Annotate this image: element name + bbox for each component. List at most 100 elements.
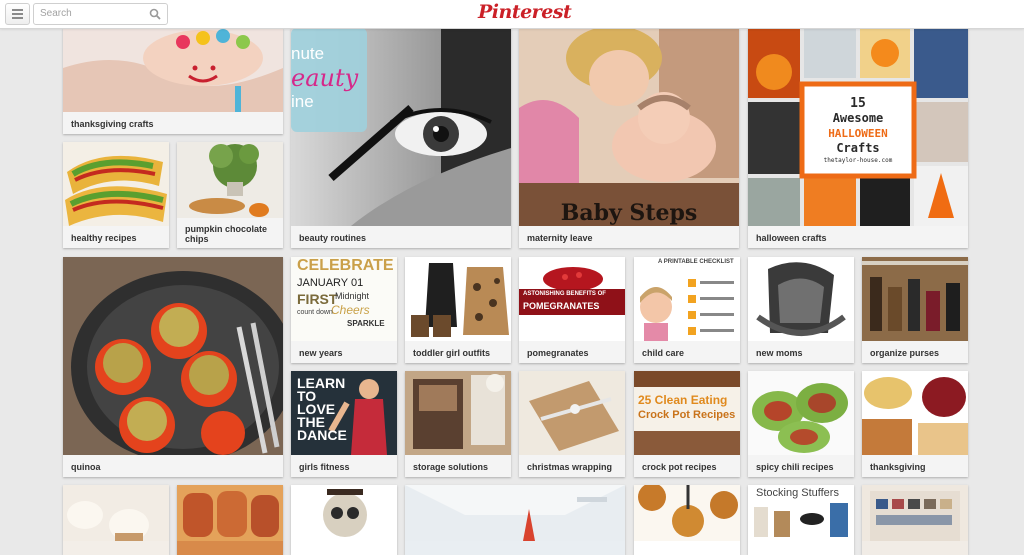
board-cover-image: ASTONISHING BENEFITS OF POMEGRANATES <box>519 257 625 341</box>
board-cover-image: nute eauty ine <box>291 28 511 226</box>
board-cover-image <box>405 257 511 341</box>
overlay-line: ine <box>291 92 314 111</box>
board-cover-image <box>405 371 511 455</box>
board-label: child care <box>642 348 685 358</box>
board-label: healthy recipes <box>71 233 137 243</box>
board-pomegranates[interactable]: ASTONISHING BENEFITS OF POMEGRANATES pom… <box>519 257 625 363</box>
board-cover-image <box>63 485 169 555</box>
board-new-moms[interactable]: new moms <box>748 257 854 363</box>
board-closet[interactable] <box>862 485 968 555</box>
overlay-line: CELEBRATE <box>297 257 394 274</box>
board-label: thanksgiving <box>870 462 926 472</box>
board-toddler-girl-outfits[interactable]: toddler girl outfits <box>405 257 511 363</box>
halloween-title-block: 15 Awesome HALLOWEEN Crafts thetaylor-ho… <box>806 96 910 165</box>
overlay-line: SPARKLE <box>347 319 385 328</box>
overlay-line: nute <box>291 44 325 63</box>
overlay-line: count down <box>297 309 333 316</box>
painted-hands-image <box>63 28 283 112</box>
search-input[interactable]: Search <box>40 8 72 19</box>
board-label: quinoa <box>71 462 101 472</box>
board-label: toddler girl outfits <box>413 348 490 358</box>
board-label: pomegranates <box>527 348 589 358</box>
beauty-overlay-text: nute eauty ine <box>291 42 367 114</box>
search-field[interactable]: Search <box>33 3 168 25</box>
top-bar: Search Pinterest <box>0 0 1024 29</box>
mother-baby-image <box>519 28 739 226</box>
board-cover-image: LEARN TO LOVE THE DANCE <box>291 371 397 455</box>
board-cover-image: Baby Steps <box>519 28 739 226</box>
board-cover-image <box>405 485 625 555</box>
board-healthy-recipes[interactable]: healthy recipes <box>63 142 169 248</box>
tacos-image <box>63 142 169 226</box>
overlay-line: DANCE <box>297 427 347 443</box>
gift-image <box>519 371 625 455</box>
overlay-line: Awesome <box>832 111 884 125</box>
overlay-line: POMEGRANATES <box>523 301 600 311</box>
overlay-line: 25 Clean Eating <box>638 393 728 407</box>
hamburger-icon-line <box>12 17 23 19</box>
closet-image <box>862 485 968 541</box>
checklist-image <box>634 257 740 341</box>
board-cover-image: CELEBRATE JANUARY 01 FIRST Cheers Midnig… <box>291 257 397 341</box>
board-child-care[interactable]: A PRINTABLE CHECKLIST child care <box>634 257 740 363</box>
board-room[interactable] <box>405 485 625 555</box>
pomegranate-image <box>519 257 625 341</box>
overlay-line: HALLOWEEN <box>828 127 888 140</box>
board-cover-image <box>634 485 740 555</box>
board-thanksgiving[interactable]: thanksgiving <box>862 371 968 477</box>
board-cover-image <box>291 485 397 555</box>
purses-image <box>862 257 968 341</box>
baby-steps-text: Baby Steps <box>560 200 698 226</box>
menu-button[interactable] <box>5 3 30 25</box>
board-cover-image <box>177 142 283 218</box>
board-christmas-wrapping[interactable]: christmas wrapping <box>519 371 625 477</box>
board-quinoa[interactable]: quinoa <box>63 257 283 477</box>
thanksgiving-food-image <box>862 371 968 455</box>
board-label: christmas wrapping <box>527 462 613 472</box>
board-cover-image <box>862 257 968 341</box>
overlay-line: Stocking Stuffers <box>756 487 839 499</box>
overlay-line: Crock Pot Recipes <box>638 409 736 421</box>
storage-image <box>405 371 511 455</box>
overlay-line: JANUARY 01 <box>297 277 364 289</box>
board-new-years[interactable]: CELEBRATE JANUARY 01 FIRST Cheers Midnig… <box>291 257 397 363</box>
board-beauty-routines[interactable]: nute eauty ine beauty routines <box>291 28 511 248</box>
board-maternity-leave[interactable]: Baby Steps maternity leave <box>519 28 739 248</box>
board-cover-image: A PRINTABLE CHECKLIST <box>634 257 740 341</box>
board-cupcakes[interactable] <box>63 485 169 555</box>
board-caramel-apples[interactable] <box>634 485 740 555</box>
board-girls-fitness[interactable]: LEARN TO LOVE THE DANCE girls fitness <box>291 371 397 477</box>
board-skull[interactable] <box>291 485 397 555</box>
board-crock-pot-recipes[interactable]: 25 Clean Eating Crock Pot Recipes crock … <box>634 371 740 477</box>
board-label: organize purses <box>870 348 940 358</box>
lettuce-wraps-image <box>748 371 854 455</box>
board-cover-image <box>862 485 968 555</box>
cupcakes-image <box>63 485 169 541</box>
board-cover-image: Stocking Stuffers <box>748 485 854 555</box>
board-cover-image <box>748 257 854 341</box>
car-seat-image <box>748 257 854 341</box>
board-stocking-stuffers[interactable]: Stocking Stuffers <box>748 485 854 555</box>
board-halloween-crafts[interactable]: 15 Awesome HALLOWEEN Crafts thetaylor-ho… <box>748 28 968 248</box>
board-cover-image <box>748 371 854 455</box>
board-label: girls fitness <box>299 462 350 472</box>
board-spicy-chili-recipes[interactable]: spicy chili recipes <box>748 371 854 477</box>
hamburger-icon-line <box>12 9 23 11</box>
board-organize-purses[interactable]: organize purses <box>862 257 968 363</box>
enchiladas-image <box>177 485 283 541</box>
board-enchiladas[interactable] <box>177 485 283 555</box>
pinterest-logo[interactable]: Pinterest <box>478 1 572 23</box>
board-label: crock pot recipes <box>642 462 717 472</box>
overlay-line: ASTONISHING BENEFITS OF <box>523 291 606 297</box>
board-cover-image <box>63 142 169 226</box>
board-cover-image <box>862 371 968 455</box>
magnifier-icon[interactable] <box>149 8 161 20</box>
board-thanksgiving-crafts[interactable]: thanksgiving crafts <box>63 28 283 134</box>
board-cover-image <box>63 28 283 112</box>
overlay-line: Cheers <box>331 303 370 317</box>
cookies-plant-image <box>177 142 283 218</box>
overlay-line: Midnight <box>335 291 370 301</box>
board-pumpkin-chocolate-chips[interactable]: pumpkin chocolate chips <box>177 142 283 248</box>
board-storage-solutions[interactable]: storage solutions <box>405 371 511 477</box>
overlay-line: 15 <box>850 96 866 111</box>
